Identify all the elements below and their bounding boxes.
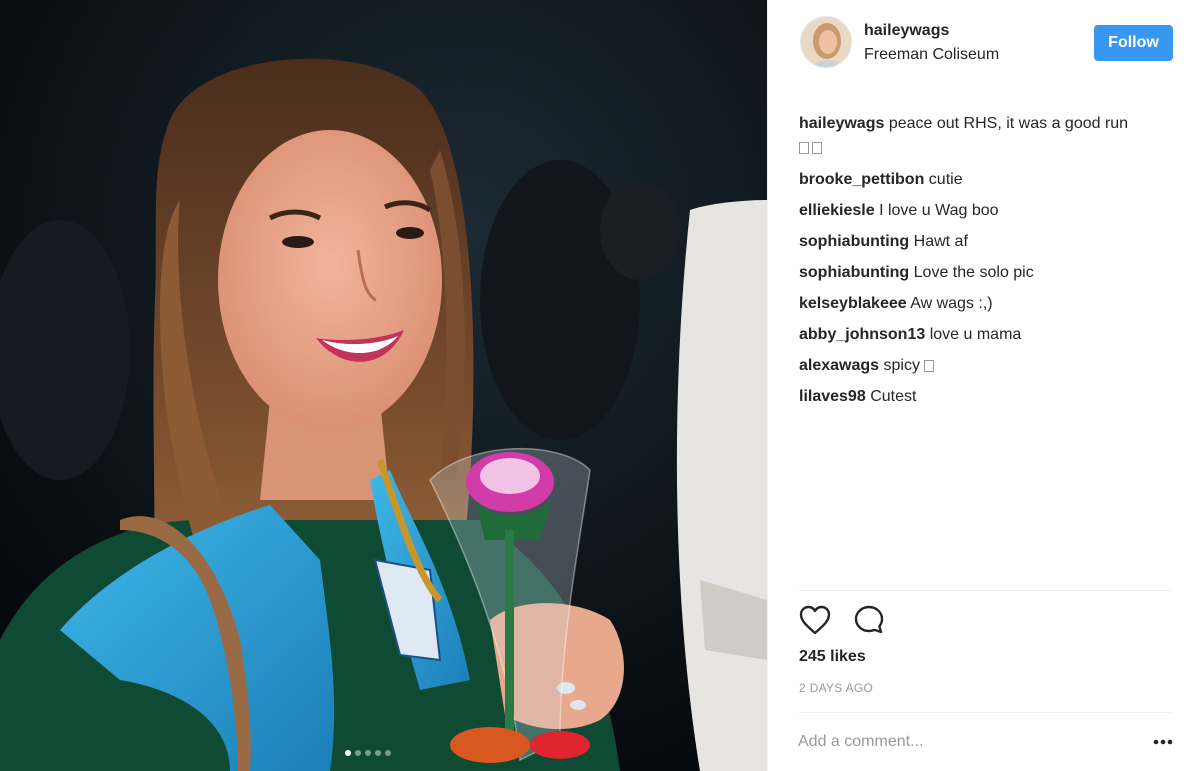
- author-username[interactable]: haileywags: [864, 22, 949, 40]
- photo-illustration: [0, 0, 767, 771]
- post-actions: [798, 603, 886, 637]
- comment-text: love u mama: [929, 326, 1022, 343]
- comment-item: sophiabunting Love the solo pic: [799, 257, 1179, 288]
- likes-count[interactable]: 245 likes: [799, 648, 866, 666]
- carousel-dot[interactable]: [385, 750, 391, 756]
- comment-username[interactable]: brooke_pettibon: [799, 171, 924, 188]
- carousel-dot[interactable]: [375, 750, 381, 756]
- comment-username[interactable]: alexawags: [799, 357, 879, 374]
- comment-item: abby_johnson13 love u mama: [799, 319, 1179, 350]
- comment-text: Love the solo pic: [913, 264, 1034, 281]
- comment-username[interactable]: elliekiesle: [799, 202, 875, 219]
- comment-bubble-icon[interactable]: [852, 603, 886, 637]
- comment-username[interactable]: sophiabunting: [799, 264, 909, 281]
- carousel-dot[interactable]: [345, 750, 351, 756]
- comment-text: Cutest: [870, 388, 917, 405]
- comment-username[interactable]: lilaves98: [799, 388, 866, 405]
- comment-item: kelseyblakeee Aw wags :,): [799, 288, 1179, 319]
- comment-username[interactable]: kelseyblakeee: [799, 295, 907, 312]
- more-options-icon[interactable]: [1148, 728, 1178, 756]
- comment-item: sophiabunting Hawt af: [799, 226, 1179, 257]
- divider: [799, 712, 1171, 713]
- comment-item: lilaves98 Cutest: [799, 381, 1179, 412]
- post-timestamp[interactable]: 2 DAYS AGO: [799, 681, 873, 695]
- post-side-panel: haileywags Freeman Coliseum haileywags p…: [767, 0, 1200, 771]
- comment-text: spicy: [883, 357, 920, 374]
- comment-text: cutie: [928, 171, 963, 188]
- emoji-glyph-icon: [812, 141, 822, 154]
- carousel-dot[interactable]: [365, 750, 371, 756]
- comment-item: elliekiesle I love u Wag boo: [799, 195, 1179, 226]
- add-comment-input[interactable]: [798, 725, 1128, 759]
- comments-list: haileywags peace out RHS, it was a good …: [799, 112, 1179, 412]
- emoji-glyph-icon: [924, 359, 935, 372]
- comment-username[interactable]: haileywags: [799, 115, 884, 132]
- emoji-glyph-icon: [799, 141, 809, 154]
- heart-icon[interactable]: [798, 603, 832, 637]
- post-location[interactable]: Freeman Coliseum: [864, 46, 999, 64]
- carousel-dot[interactable]: [355, 750, 361, 756]
- carousel-indicator: [345, 750, 391, 756]
- instagram-post: haileywags Freeman Coliseum haileywags p…: [0, 0, 1200, 771]
- comment-item: brooke_pettibon cutie: [799, 164, 1179, 195]
- avatar[interactable]: [800, 16, 852, 68]
- post-photo[interactable]: [0, 0, 767, 771]
- avatar-image: [801, 17, 851, 67]
- comment-text: Hawt af: [913, 233, 968, 250]
- comment-username[interactable]: abby_johnson13: [799, 326, 925, 343]
- comment-text: peace out RHS, it was a good run: [888, 115, 1129, 132]
- comment-text: Aw wags :,): [910, 295, 993, 312]
- comment-item: alexawags spicy: [799, 350, 1179, 381]
- comment-text: I love u Wag boo: [879, 202, 999, 219]
- comment-username[interactable]: sophiabunting: [799, 233, 909, 250]
- divider: [799, 590, 1171, 591]
- caption: haileywags peace out RHS, it was a good …: [799, 112, 1179, 160]
- follow-button[interactable]: Follow: [1094, 25, 1173, 61]
